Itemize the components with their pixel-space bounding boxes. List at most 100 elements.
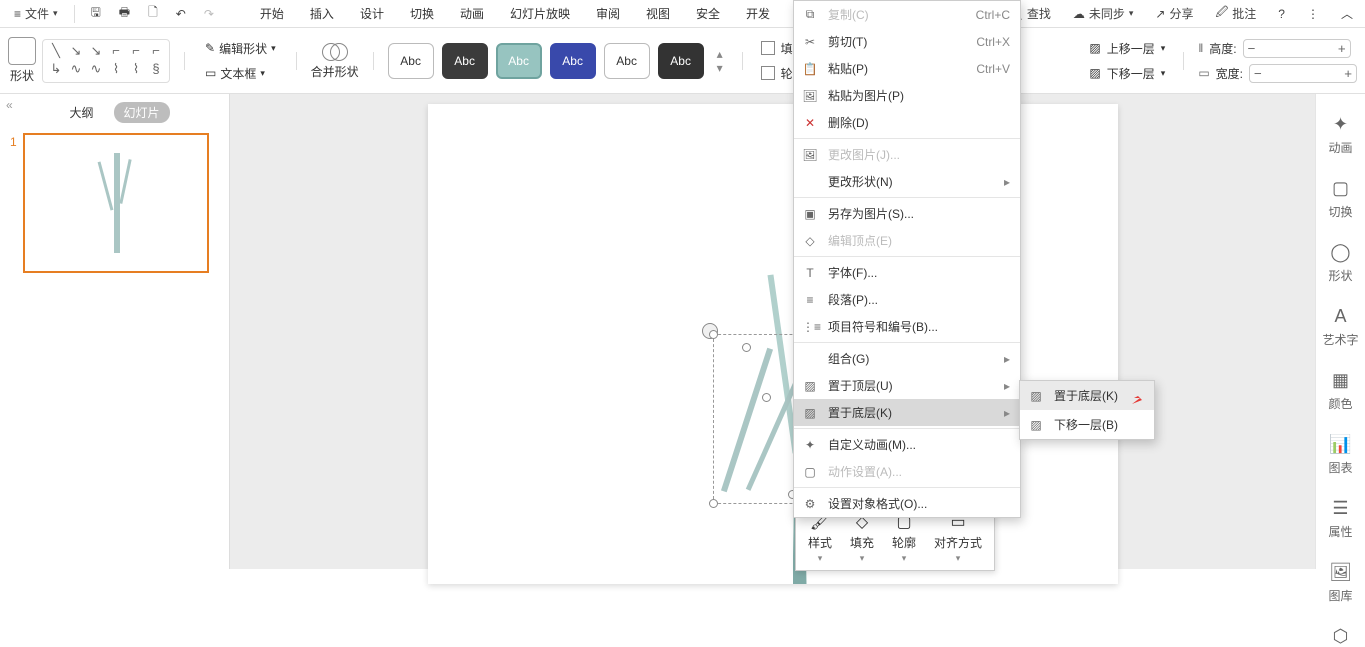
ft-style[interactable]: 🖌样式▾ <box>802 510 838 566</box>
tab-design[interactable]: 设计 <box>356 2 388 25</box>
merge-shapes-btn[interactable]: 合并形状 <box>311 41 359 80</box>
save-icon[interactable]: 🖫 <box>85 1 107 26</box>
print-icon[interactable]: 🖶 <box>113 1 136 26</box>
ft-fill-label: 填充 <box>850 534 874 551</box>
print-preview-icon[interactable]: 🗋 <box>142 1 164 26</box>
file-menu-btn[interactable]: ≡ 文件 ▾ <box>8 3 64 24</box>
width-inc[interactable]: + <box>1344 66 1352 81</box>
hex-icon: ⬡ <box>1333 626 1349 647</box>
annotate-label: 批注 <box>1232 5 1256 22</box>
gallery-more[interactable]: ▴▾ <box>712 47 728 75</box>
sb-switch[interactable]: ▢切换 <box>1328 178 1352 220</box>
tab-view[interactable]: 视图 <box>642 2 674 25</box>
ctx-pasteimg[interactable]: 🖼粘贴为图片(P) <box>794 82 1020 109</box>
height-dec[interactable]: − <box>1248 41 1256 56</box>
ctx-bullets[interactable]: ⋮≡项目符号和编号(B)... <box>794 313 1020 340</box>
ctx-paste-label: 粘贴(P) <box>828 60 868 77</box>
ctx-group[interactable]: 组合(G)▸ <box>794 345 1020 372</box>
sb-color[interactable]: ▦颜色 <box>1328 370 1352 412</box>
tab-security[interactable]: 安全 <box>692 2 724 25</box>
ctx-delete[interactable]: ✕删除(D) <box>794 109 1020 136</box>
height-input[interactable]: −+ <box>1243 39 1351 58</box>
tab-start[interactable]: 开始 <box>256 2 288 25</box>
edit-shape-btn[interactable]: ✎ 编辑形状 ▾ <box>199 38 282 59</box>
height-inc[interactable]: + <box>1338 41 1346 56</box>
tab-outline[interactable]: 大纲 <box>59 102 103 123</box>
ctx-editpts: ◇编辑顶点(E) <box>794 227 1020 254</box>
ctx-paste[interactable]: 📋 粘贴(P) Ctrl+V <box>794 55 1020 82</box>
style-preset-2[interactable]: Abc <box>442 43 488 79</box>
shape-button[interactable]: 形状 <box>8 37 36 84</box>
textbox-btn[interactable]: ▭ 文本框 ▾ <box>199 63 282 84</box>
ft-fill[interactable]: ◇填充▾ <box>844 510 880 566</box>
collapse-ribbon[interactable]: ︿ <box>1337 3 1357 24</box>
style-preset-4[interactable]: Abc <box>550 43 596 79</box>
ctx-changeshape[interactable]: 更改形状(N)▸ <box>794 168 1020 195</box>
resize-handle[interactable] <box>762 393 771 402</box>
sb-shape[interactable]: ◯形状 <box>1328 242 1352 284</box>
tab-slideshow[interactable]: 幻灯片放映 <box>506 2 574 25</box>
up-label: 上移一层 <box>1107 40 1155 57</box>
style-preset-1[interactable]: Abc <box>388 43 434 79</box>
height-row: ‖高度: −+ <box>1198 39 1357 58</box>
annotate-btn[interactable]: 🖉 批注 <box>1211 1 1260 26</box>
resize-handle[interactable] <box>709 330 718 339</box>
ft-align[interactable]: ▭对齐方式▾ <box>928 510 988 566</box>
collapse-panel-icon[interactable]: « <box>6 98 13 112</box>
ctx-objfmt[interactable]: ⚙设置对象格式(O)... <box>794 490 1020 517</box>
move-down-btn[interactable]: ▨ 下移一层▾ <box>1085 63 1169 84</box>
undo-icon[interactable]: ↶ <box>170 5 192 23</box>
resize-handle[interactable] <box>742 343 751 352</box>
sb-chart[interactable]: 📊图表 <box>1328 434 1352 476</box>
share-btn[interactable]: ↗ 分享 <box>1151 3 1197 24</box>
ctx-paste-sc: Ctrl+V <box>976 62 1010 76</box>
cut-icon: ✂ <box>802 35 818 49</box>
ctx-cut[interactable]: ✂剪切(T)Ctrl+X <box>794 28 1020 55</box>
move-up-btn[interactable]: ▨ 上移一层▾ <box>1085 38 1169 59</box>
more-btn[interactable]: ⋮ <box>1303 5 1323 23</box>
separator <box>184 52 185 70</box>
tab-review[interactable]: 审阅 <box>592 2 624 25</box>
ctx-tobottom[interactable]: ▨置于底层(K)▸ <box>794 399 1020 426</box>
tab-anim[interactable]: 动画 <box>456 2 488 25</box>
style-preset-5[interactable]: Abc <box>604 43 650 79</box>
sub-movedown[interactable]: ▨下移一层(B) <box>1020 410 1154 439</box>
ctx-customanim-label: 自定义动画(M)... <box>828 436 916 453</box>
ft-align-label: 对齐方式 <box>934 534 982 551</box>
ctx-saveimg[interactable]: ▣另存为图片(S)... <box>794 200 1020 227</box>
width-dec[interactable]: − <box>1254 66 1262 81</box>
help-btn[interactable]: ? <box>1274 5 1289 23</box>
paste-icon: 📋 <box>802 62 818 76</box>
ctx-totop[interactable]: ▨置于顶层(U)▸ <box>794 372 1020 399</box>
ft-outline[interactable]: ▢轮廓▾ <box>886 510 922 566</box>
sb-anim[interactable]: ✦动画 <box>1328 114 1352 156</box>
sb-attr[interactable]: ☰属性 <box>1328 498 1352 540</box>
style-preset-3-selected[interactable]: Abc <box>496 43 542 79</box>
redo-icon[interactable]: ↷ <box>198 5 220 23</box>
tab-insert[interactable]: 插入 <box>306 2 338 25</box>
ctx-customanim[interactable]: ✦自定义动画(M)... <box>794 431 1020 458</box>
ctx-paragraph[interactable]: ≡段落(P)... <box>794 286 1020 313</box>
tab-switch[interactable]: 切换 <box>406 2 438 25</box>
slide-thumb-1[interactable]: 1 <box>0 133 229 273</box>
shape-gallery[interactable]: ╲↘↘⌐⌐⌐ ↳∿∿⌇⌇§ <box>42 39 170 83</box>
sync-btn[interactable]: ☁ 未同步▾ <box>1069 3 1138 24</box>
width-label: 宽度: <box>1216 65 1243 82</box>
transition-icon: ▢ <box>1332 178 1349 199</box>
width-input[interactable]: −+ <box>1249 64 1357 83</box>
ctx-font[interactable]: T字体(F)... <box>794 259 1020 286</box>
dimension-group: ‖高度: −+ ▭宽度: −+ <box>1198 39 1357 83</box>
ft-style-label: 样式 <box>808 534 832 551</box>
tab-dev[interactable]: 开发 <box>742 2 774 25</box>
sync-label: 未同步 <box>1089 5 1125 22</box>
sb-wordart[interactable]: A艺术字 <box>1322 306 1358 348</box>
ctx-cut-label: 剪切(T) <box>828 33 867 50</box>
resize-handle[interactable] <box>709 499 718 508</box>
sb-extra[interactable]: ⬡ <box>1333 626 1349 647</box>
shape-pane-icon: ◯ <box>1330 242 1350 263</box>
sb-library[interactable]: 🖼图库 <box>1328 562 1352 604</box>
selected-shape-1 <box>720 348 772 493</box>
tab-slides[interactable]: 幻灯片 <box>114 102 170 123</box>
ctx-copy-sc: Ctrl+C <box>976 8 1010 22</box>
style-preset-6[interactable]: Abc <box>658 43 704 79</box>
